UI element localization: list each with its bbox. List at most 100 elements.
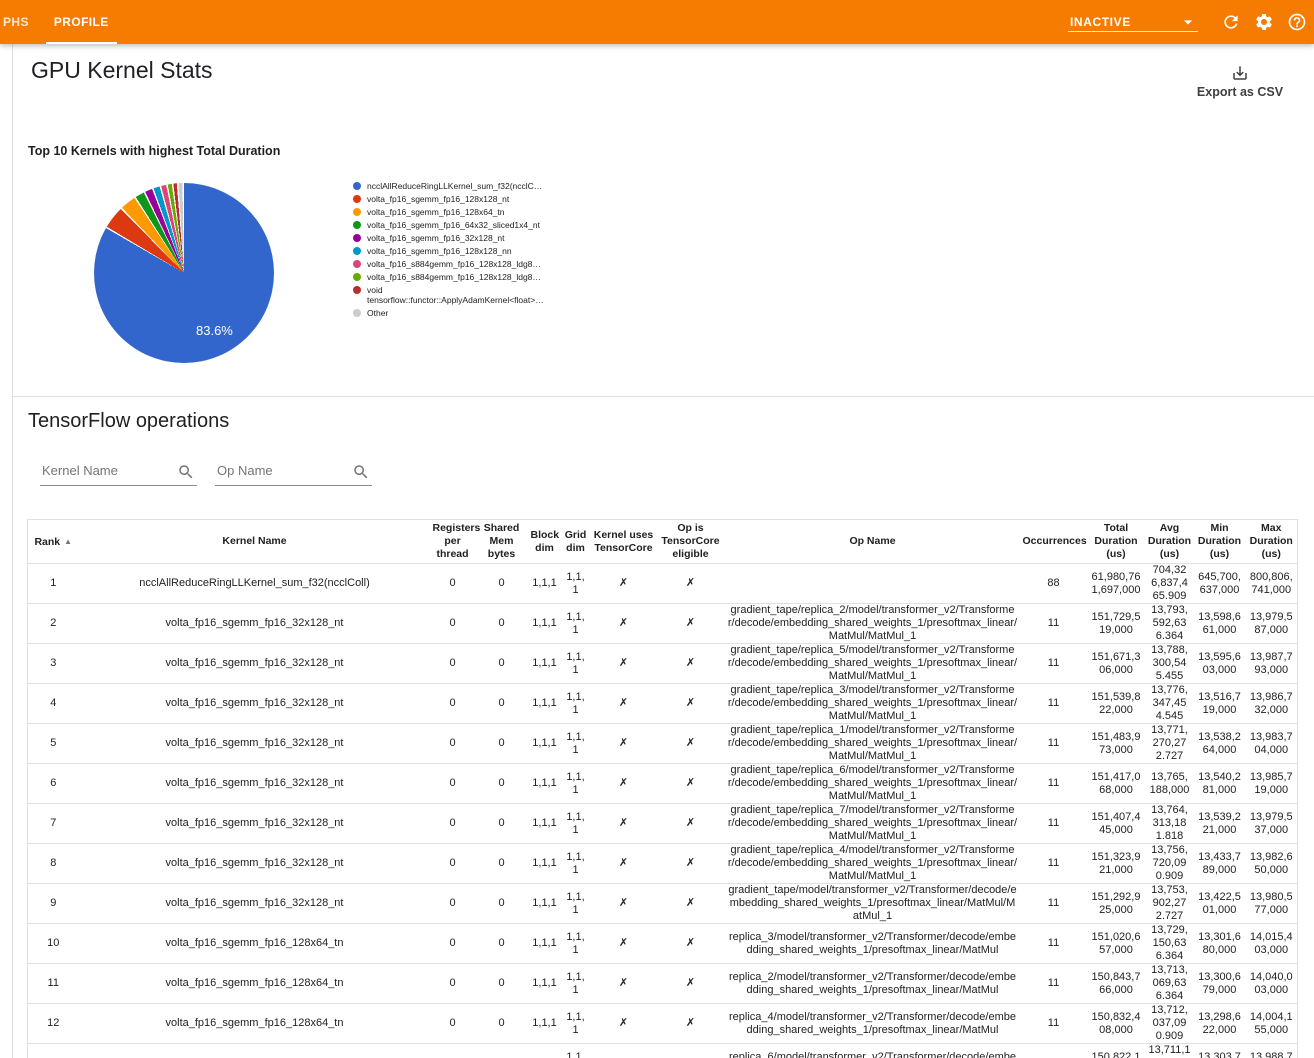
cell-occurrences: 11 (1021, 964, 1087, 1004)
cell-registers: 0 (431, 564, 475, 604)
cell-block_dim: 1,1,1 (529, 724, 561, 764)
cell-uses_tensorcore: ✗ (591, 684, 657, 724)
cell-op_name: gradient_tape/replica_7/model/transforme… (725, 804, 1021, 844)
column-header-min_duration[interactable]: Min Duration (us) (1194, 520, 1246, 564)
cell-op_name: gradient_tape/replica_6/model/transforme… (725, 764, 1021, 804)
cell-uses_tensorcore: ✗ (591, 884, 657, 924)
column-header-rank[interactable]: Rank▲ (28, 520, 79, 564)
kernel-name-filter (40, 459, 197, 486)
table-row: 8volta_fp16_sgemm_fp16_32x128_nt001,1,11… (28, 844, 1298, 884)
cell-registers: 0 (431, 684, 475, 724)
cell-grid_dim: 1,1,1 (561, 804, 591, 844)
cell-rank: 11 (28, 964, 79, 1004)
pie-chart[interactable]: 83.6% (94, 183, 274, 363)
cell-uses_tensorcore: ✗ (591, 804, 657, 844)
cell-grid_dim: 1,1,1 (561, 884, 591, 924)
column-header-grid_dim[interactable]: Grid dim (561, 520, 591, 564)
tab-profile[interactable]: PROFILE (46, 0, 117, 44)
cell-min_duration: 13,539,221,000 (1194, 804, 1246, 844)
cell-kernel: volta_fp16_sgemm_fp16_32x128_nt (79, 804, 431, 844)
cell-rank: 8 (28, 844, 79, 884)
search-icon (177, 463, 195, 481)
cell-shared_mem: 0 (475, 684, 529, 724)
settings-icon[interactable] (1252, 10, 1276, 34)
run-selector-dropdown[interactable]: INACTIVE (1068, 12, 1198, 32)
column-header-kernel[interactable]: Kernel Name (79, 520, 431, 564)
column-header-registers[interactable]: Registers per thread (431, 520, 475, 564)
help-icon[interactable] (1285, 10, 1309, 34)
column-header-block_dim[interactable]: Block dim (529, 520, 561, 564)
cell-registers: 0 (431, 1004, 475, 1044)
cell-kernel: volta_fp16_sgemm_fp16_32x128_nt (79, 604, 431, 644)
cell-min_duration: 13,301,680,000 (1194, 924, 1246, 964)
cell-registers: 0 (431, 644, 475, 684)
cell-registers: 0 (431, 844, 475, 884)
cell-shared_mem: 0 (475, 964, 529, 1004)
cell-occurrences: 11 (1021, 764, 1087, 804)
toolbar: INACTIVE (1068, 0, 1314, 44)
cell-total_duration: 151,483,973,000 (1087, 724, 1146, 764)
cell-avg_duration: 13,793,592,636.364 (1146, 604, 1194, 644)
column-header-total_duration[interactable]: Total Duration (us) (1087, 520, 1146, 564)
cell-rank: 10 (28, 924, 79, 964)
cell-grid_dim: 1,1,1 (561, 844, 591, 884)
table-row: 12volta_fp16_sgemm_fp16_128x64_tn001,1,1… (28, 1004, 1298, 1044)
cell-avg_duration: 13,765,188,000 (1146, 764, 1194, 804)
cell-block_dim: 1,1,1 (529, 684, 561, 724)
cell-min_duration: 13,598,661,000 (1194, 604, 1246, 644)
section-divider (12, 396, 1314, 397)
cell-total_duration: 150,843,766,000 (1087, 964, 1146, 1004)
kernel-stats-table: Rank▲Kernel NameRegisters per threadShar… (27, 519, 1298, 1058)
op-name-filter (215, 459, 372, 486)
page-title: GPU Kernel Stats (31, 57, 213, 84)
run-selector-value: INACTIVE (1070, 15, 1131, 29)
cell-kernel: volta_fp16_sgemm_fp16_128x64_tn (79, 1044, 431, 1058)
cell-uses_tensorcore: ✗ (591, 644, 657, 684)
cell-block_dim: 1,1,1 (529, 924, 561, 964)
cell-op_name (725, 564, 1021, 604)
cell-min_duration: 13,516,719,000 (1194, 684, 1246, 724)
table-row: 10volta_fp16_sgemm_fp16_128x64_tn001,1,1… (28, 924, 1298, 964)
legend-item: Other (353, 308, 553, 318)
cell-grid_dim: 1,1,1 (561, 604, 591, 644)
column-header-max_duration[interactable]: Max Duration (us) (1246, 520, 1298, 564)
cell-tc_eligible: ✗ (657, 884, 725, 924)
cell-max_duration: 13,988,791,000 (1246, 1044, 1298, 1058)
refresh-icon[interactable] (1219, 10, 1243, 34)
cell-op_name: gradient_tape/replica_1/model/transforme… (725, 724, 1021, 764)
legend-item: volta_fp16_s884gemm_fp16_128x128_ldg8… (353, 272, 553, 282)
column-header-occurrences[interactable]: Occurrences (1021, 520, 1087, 564)
cell-grid_dim: 1,1,1 (561, 764, 591, 804)
legend-item: volta_fp16_sgemm_fp16_32x128_nt (353, 233, 553, 243)
cell-op_name: replica_3/model/transformer_v2/Transform… (725, 924, 1021, 964)
cell-uses_tensorcore: ✗ (591, 764, 657, 804)
op-name-input[interactable] (215, 459, 372, 486)
kernel-name-input[interactable] (40, 459, 197, 486)
tab-graphs-partial[interactable]: PHS (0, 0, 29, 44)
cell-block_dim: 1,1,1 (529, 964, 561, 1004)
column-header-uses_tensorcore[interactable]: Kernel uses TensorCore (591, 520, 657, 564)
cell-avg_duration: 13,771,270,272.727 (1146, 724, 1194, 764)
cell-grid_dim: 1,1,1 (561, 644, 591, 684)
export-csv-button[interactable]: Export as CSV (1182, 64, 1298, 99)
column-header-avg_duration[interactable]: Avg Duration (us) (1146, 520, 1194, 564)
legend-item: volta_fp16_sgemm_fp16_64x32_sliced1x4_nt (353, 220, 553, 230)
cell-max_duration: 13,979,587,000 (1246, 604, 1298, 644)
cell-max_duration: 14,040,003,000 (1246, 964, 1298, 1004)
cell-occurrences: 88 (1021, 564, 1087, 604)
cell-total_duration: 151,020,657,000 (1087, 924, 1146, 964)
cell-occurrences: 11 (1021, 884, 1087, 924)
cell-grid_dim: 1,1,1 (561, 564, 591, 604)
cell-registers: 0 (431, 1044, 475, 1058)
cell-avg_duration: 13,729,150,636.364 (1146, 924, 1194, 964)
cell-occurrences: 11 (1021, 1004, 1087, 1044)
table-row: 7volta_fp16_sgemm_fp16_32x128_nt001,1,11… (28, 804, 1298, 844)
cell-rank: 4 (28, 684, 79, 724)
cell-occurrences: 11 (1021, 684, 1087, 724)
column-header-shared_mem[interactable]: Shared Mem bytes (475, 520, 529, 564)
cell-occurrences: 11 (1021, 844, 1087, 884)
cell-block_dim: 1,1,1 (529, 884, 561, 924)
column-header-tc_eligible[interactable]: Op is TensorCore eligible (657, 520, 725, 564)
legend-label: volta_fp16_s884gemm_fp16_128x128_ldg8… (367, 259, 541, 269)
column-header-op_name[interactable]: Op Name (725, 520, 1021, 564)
